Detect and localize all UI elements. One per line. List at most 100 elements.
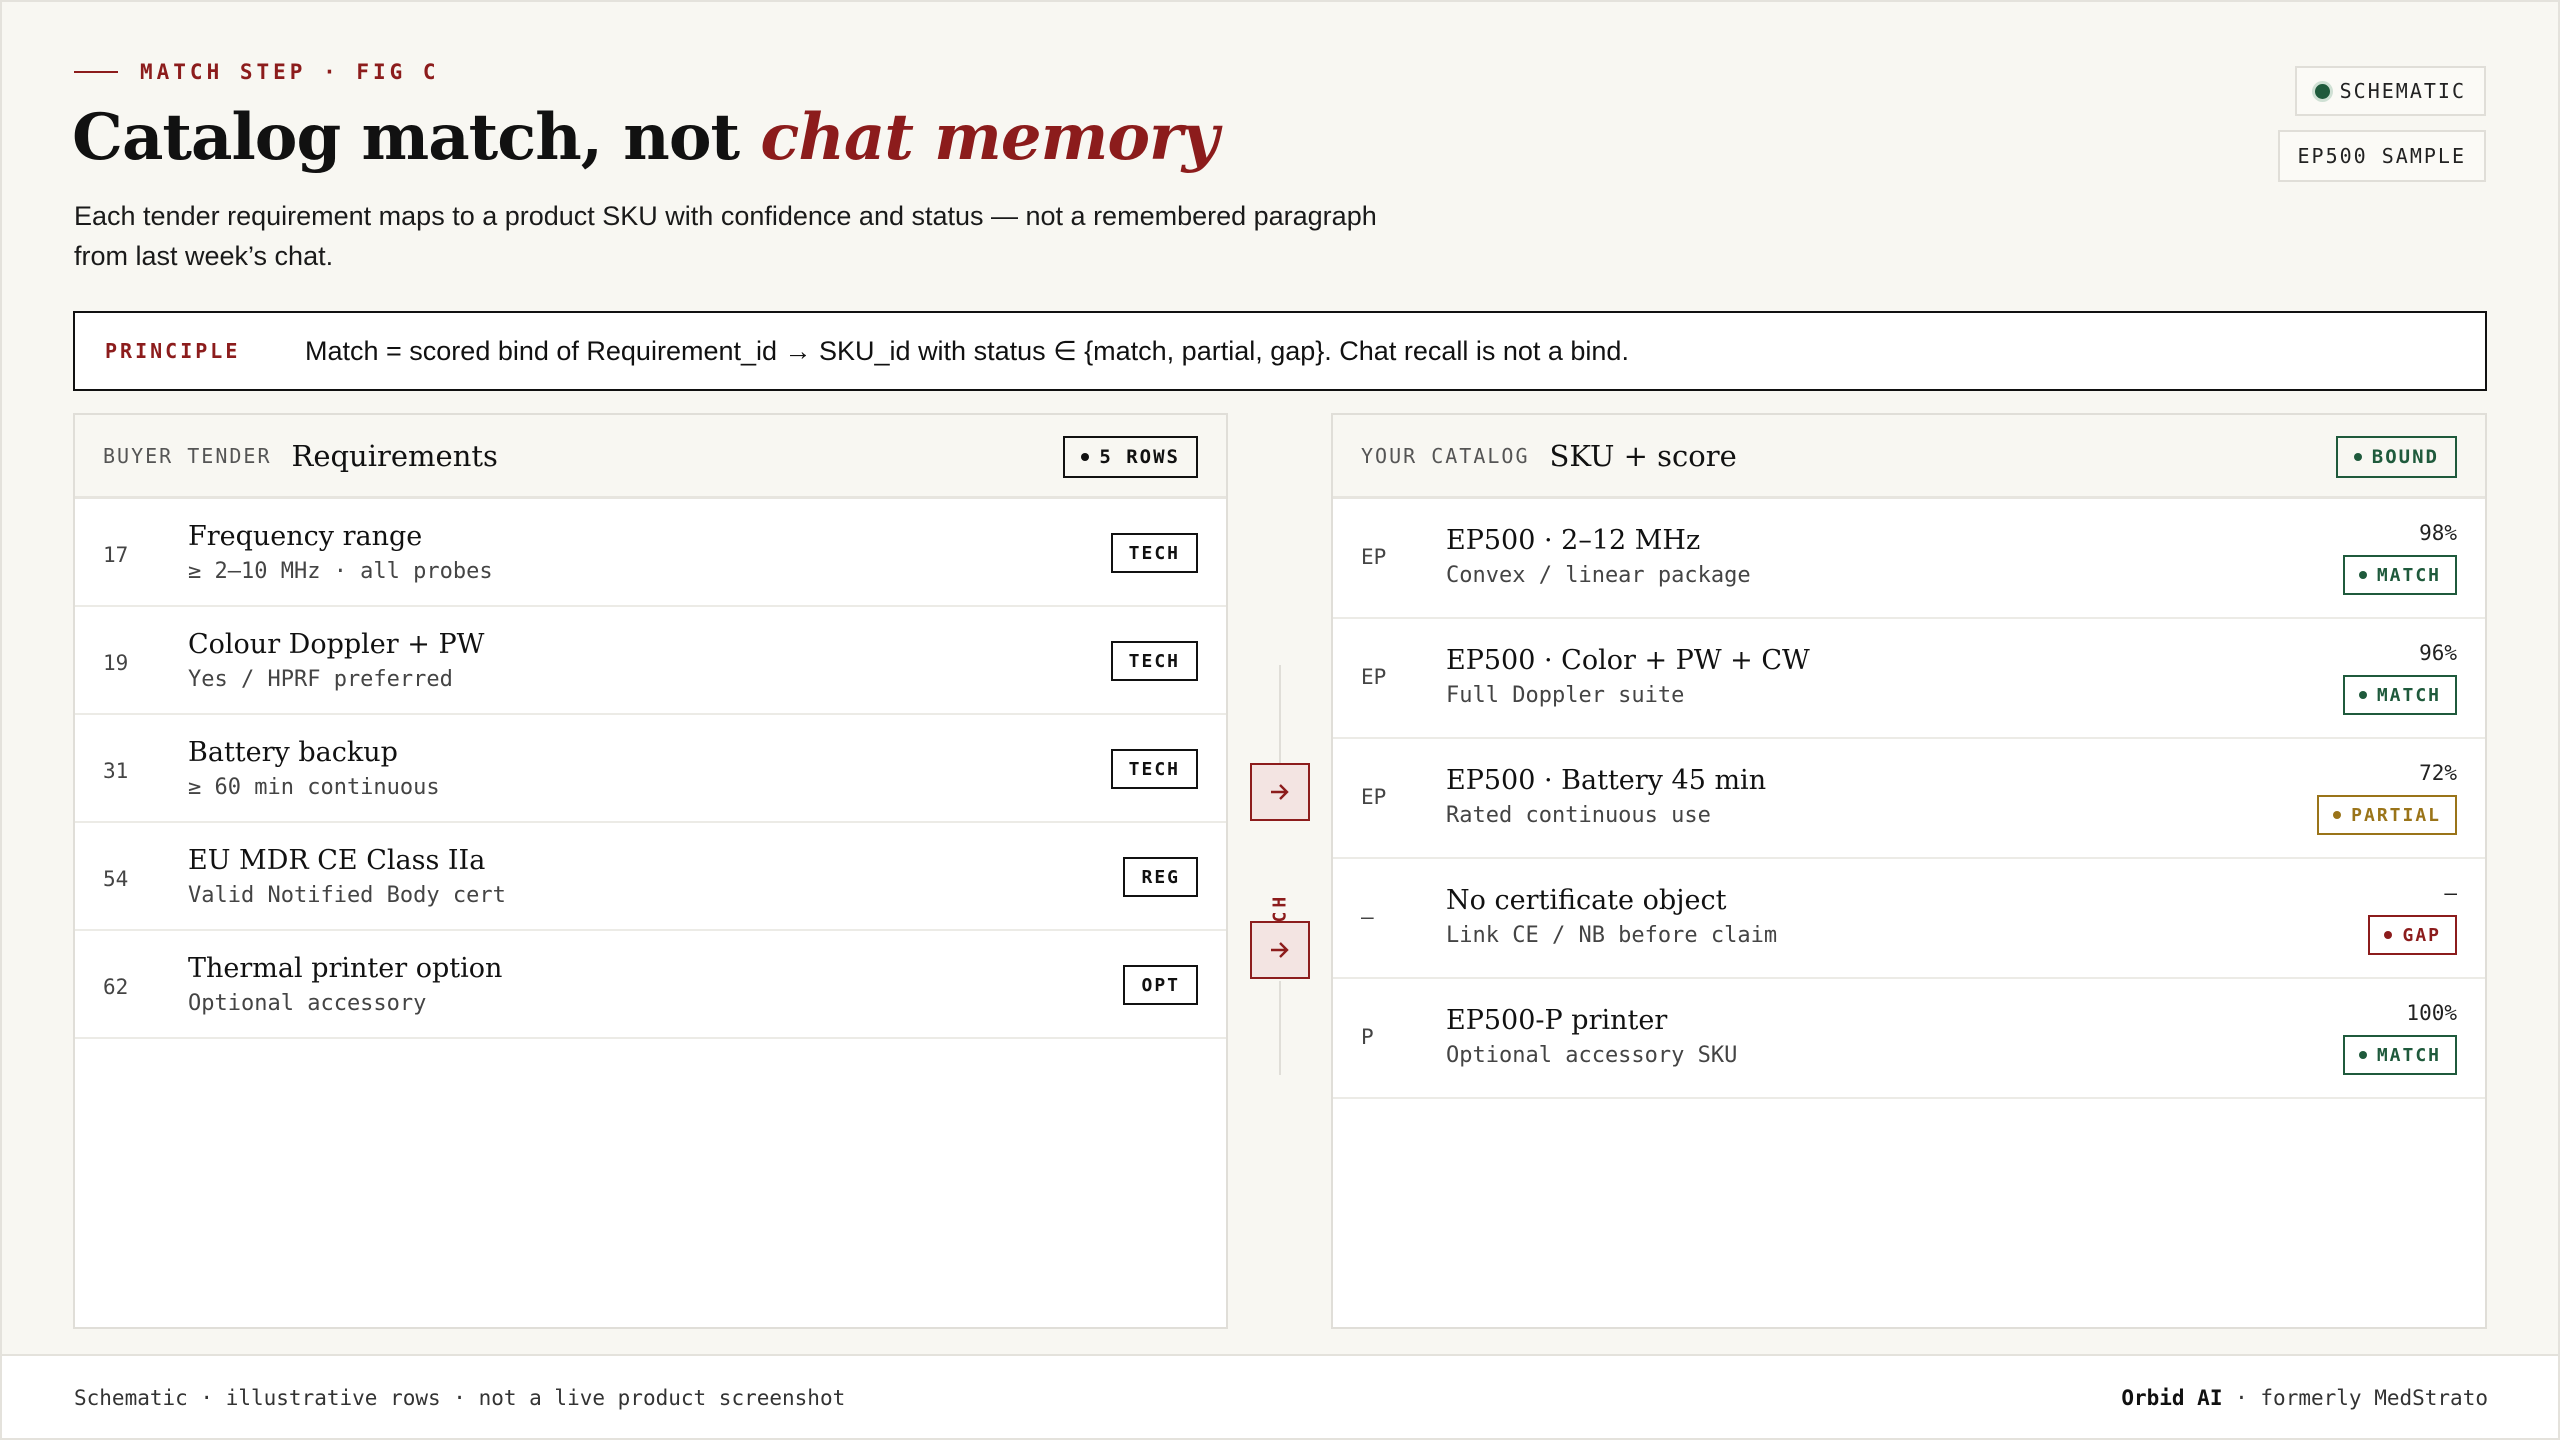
sku-code: EP bbox=[1361, 665, 1387, 689]
requirement-category-chip: REG bbox=[1123, 857, 1198, 897]
page-title: Catalog match, not chat memory bbox=[72, 100, 1219, 175]
status-label: GAP bbox=[2402, 924, 2441, 946]
requirement-category-chip: OPT bbox=[1123, 965, 1198, 1005]
page-title-accent: chat memory bbox=[760, 100, 1219, 175]
requirement-id: 17 bbox=[103, 543, 129, 567]
footer: Schematic · illustrative rows · not a li… bbox=[2, 1354, 2558, 1438]
requirements-panel-header: BUYER TENDER Requirements 5 ROWS bbox=[75, 415, 1226, 499]
eyebrow-rule bbox=[74, 71, 118, 73]
requirement-row[interactable]: 19 Colour Doppler + PW Yes / HPRF prefer… bbox=[75, 607, 1226, 715]
dot-icon bbox=[1081, 453, 1090, 461]
status-label: MATCH bbox=[2376, 1044, 2441, 1066]
requirement-desc: ≥ 2–10 MHz · all probes bbox=[188, 559, 493, 584]
match-score: 72% bbox=[2419, 761, 2457, 785]
requirement-category-chip: TECH bbox=[1110, 533, 1198, 573]
match-score: 100% bbox=[2406, 1001, 2457, 1025]
page-title-main: Catalog match, not bbox=[72, 100, 761, 175]
requirement-name: EU MDR CE Class IIa bbox=[188, 845, 486, 876]
rows-count-badge: 5 ROWS bbox=[1063, 436, 1198, 478]
match-score: 96% bbox=[2419, 641, 2457, 665]
status-badge: MATCH bbox=[2342, 555, 2457, 595]
catalog-panel-header: YOUR CATALOG SKU + score BOUND bbox=[1333, 415, 2485, 499]
requirement-row[interactable]: 31 Battery backup ≥ 60 min continuous TE… bbox=[75, 715, 1226, 823]
requirement-desc: Optional accessory bbox=[188, 991, 427, 1016]
requirement-desc: Valid Notified Body cert bbox=[188, 883, 506, 908]
sku-desc: Full Doppler suite bbox=[1446, 683, 1685, 708]
catalog-row[interactable]: P EP500-P printer Optional accessory SKU… bbox=[1333, 979, 2485, 1099]
dot-icon bbox=[2384, 931, 2393, 939]
sample-tag-label: EP500 SAMPLE bbox=[2297, 144, 2466, 168]
sku-name: EP500 · 2–12 MHz bbox=[1446, 525, 1701, 556]
sku-name: EP500-P printer bbox=[1446, 1005, 1668, 1036]
page-subtitle: Each tender requirement maps to a produc… bbox=[74, 201, 1377, 271]
sku-code: EP bbox=[1361, 785, 1387, 809]
requirement-desc: Yes / HPRF preferred bbox=[188, 667, 453, 692]
connector-line-bottom bbox=[1279, 981, 1281, 1075]
sample-tag: EP500 SAMPLE bbox=[2277, 130, 2486, 182]
requirement-id: 54 bbox=[103, 867, 129, 891]
requirements-kicker: BUYER TENDER bbox=[103, 443, 272, 468]
requirement-id: 31 bbox=[103, 759, 129, 783]
status-badge: MATCH bbox=[2342, 1035, 2457, 1075]
catalog-row[interactable]: EP EP500 · 2–12 MHz Convex / linear pack… bbox=[1333, 499, 2485, 619]
status-label: MATCH bbox=[2376, 564, 2441, 586]
catalog-row[interactable]: — No certificate object Link CE / NB bef… bbox=[1333, 859, 2485, 979]
sku-name: No certificate object bbox=[1446, 885, 1727, 916]
requirement-id: 62 bbox=[103, 975, 129, 999]
footer-brand: Orbid AI bbox=[2121, 1386, 2223, 1410]
sku-name: EP500 · Color + PW + CW bbox=[1446, 645, 1810, 676]
status-badge: GAP bbox=[2368, 915, 2457, 955]
eyebrow-label: MATCH STEP · FIG C bbox=[140, 60, 440, 84]
requirement-row[interactable]: 62 Thermal printer option Optional acces… bbox=[75, 931, 1226, 1039]
sku-name: EP500 · Battery 45 min bbox=[1446, 765, 1767, 796]
principle-text: Match = scored bind of Requirement_id → … bbox=[305, 335, 1629, 366]
sku-code: P bbox=[1361, 1025, 1374, 1049]
requirement-row[interactable]: 17 Frequency range ≥ 2–10 MHz · all prob… bbox=[75, 499, 1226, 607]
dot-icon bbox=[2358, 691, 2367, 699]
footer-note: Schematic · illustrative rows · not a li… bbox=[74, 1386, 846, 1410]
status-dot-icon bbox=[2314, 83, 2330, 99]
requirement-category-chip: TECH bbox=[1110, 641, 1198, 681]
catalog-kicker: YOUR CATALOG bbox=[1361, 443, 1530, 468]
principle-box: PRINCIPLE Match = scored bind of Require… bbox=[73, 311, 2487, 391]
requirement-row[interactable]: 54 EU MDR CE Class IIa Valid Notified Bo… bbox=[75, 823, 1226, 931]
requirements-heading: Requirements bbox=[291, 438, 498, 473]
status-badge: PARTIAL bbox=[2317, 795, 2457, 835]
dot-icon bbox=[2358, 1051, 2367, 1059]
status-label: PARTIAL bbox=[2351, 804, 2441, 826]
footer-credit: Orbid AI · formerly MedStrato bbox=[2121, 1386, 2488, 1410]
catalog-heading: SKU + score bbox=[1549, 438, 1737, 473]
eyebrow: MATCH STEP · FIG C bbox=[74, 60, 440, 84]
catalog-row[interactable]: EP EP500 · Battery 45 min Rated continuo… bbox=[1333, 739, 2485, 859]
status-badge: MATCH bbox=[2342, 675, 2457, 715]
arrow-right-icon[interactable] bbox=[1250, 763, 1310, 821]
rows-count-label: 5 ROWS bbox=[1099, 446, 1180, 468]
requirement-category-chip: TECH bbox=[1110, 749, 1198, 789]
bound-badge-label: BOUND bbox=[2371, 446, 2439, 468]
requirement-id: 19 bbox=[103, 651, 129, 675]
requirement-desc: ≥ 60 min continuous bbox=[188, 775, 440, 800]
dot-icon bbox=[2353, 453, 2362, 461]
catalog-panel: YOUR CATALOG SKU + score BOUND EP EP500 … bbox=[1331, 413, 2487, 1329]
sku-desc: Rated continuous use bbox=[1446, 803, 1711, 828]
status-label: MATCH bbox=[2376, 684, 2441, 706]
sku-desc: Convex / linear package bbox=[1446, 563, 1751, 588]
requirement-name: Frequency range bbox=[188, 521, 423, 552]
sku-desc: Optional accessory SKU bbox=[1446, 1043, 1738, 1068]
sku-desc: Link CE / NB before claim bbox=[1446, 923, 1778, 948]
footer-formerly: · formerly MedStrato bbox=[2222, 1386, 2488, 1410]
arrow-right-icon[interactable] bbox=[1250, 921, 1310, 979]
match-score: 98% bbox=[2419, 521, 2457, 545]
principle-label: PRINCIPLE bbox=[105, 339, 241, 363]
schematic-tag: SCHEMATIC bbox=[2294, 66, 2486, 116]
dot-icon bbox=[2333, 811, 2342, 819]
dot-icon bbox=[2358, 571, 2367, 579]
catalog-row[interactable]: EP EP500 · Color + PW + CW Full Doppler … bbox=[1333, 619, 2485, 739]
sku-code: EP bbox=[1361, 545, 1387, 569]
match-score: — bbox=[2444, 881, 2457, 905]
connector-line-top bbox=[1279, 665, 1281, 765]
schematic-tag-label: SCHEMATIC bbox=[2339, 79, 2466, 103]
requirement-name: Colour Doppler + PW bbox=[188, 629, 485, 660]
requirement-name: Thermal printer option bbox=[188, 953, 503, 984]
requirements-panel: BUYER TENDER Requirements 5 ROWS 17 Freq… bbox=[73, 413, 1228, 1329]
